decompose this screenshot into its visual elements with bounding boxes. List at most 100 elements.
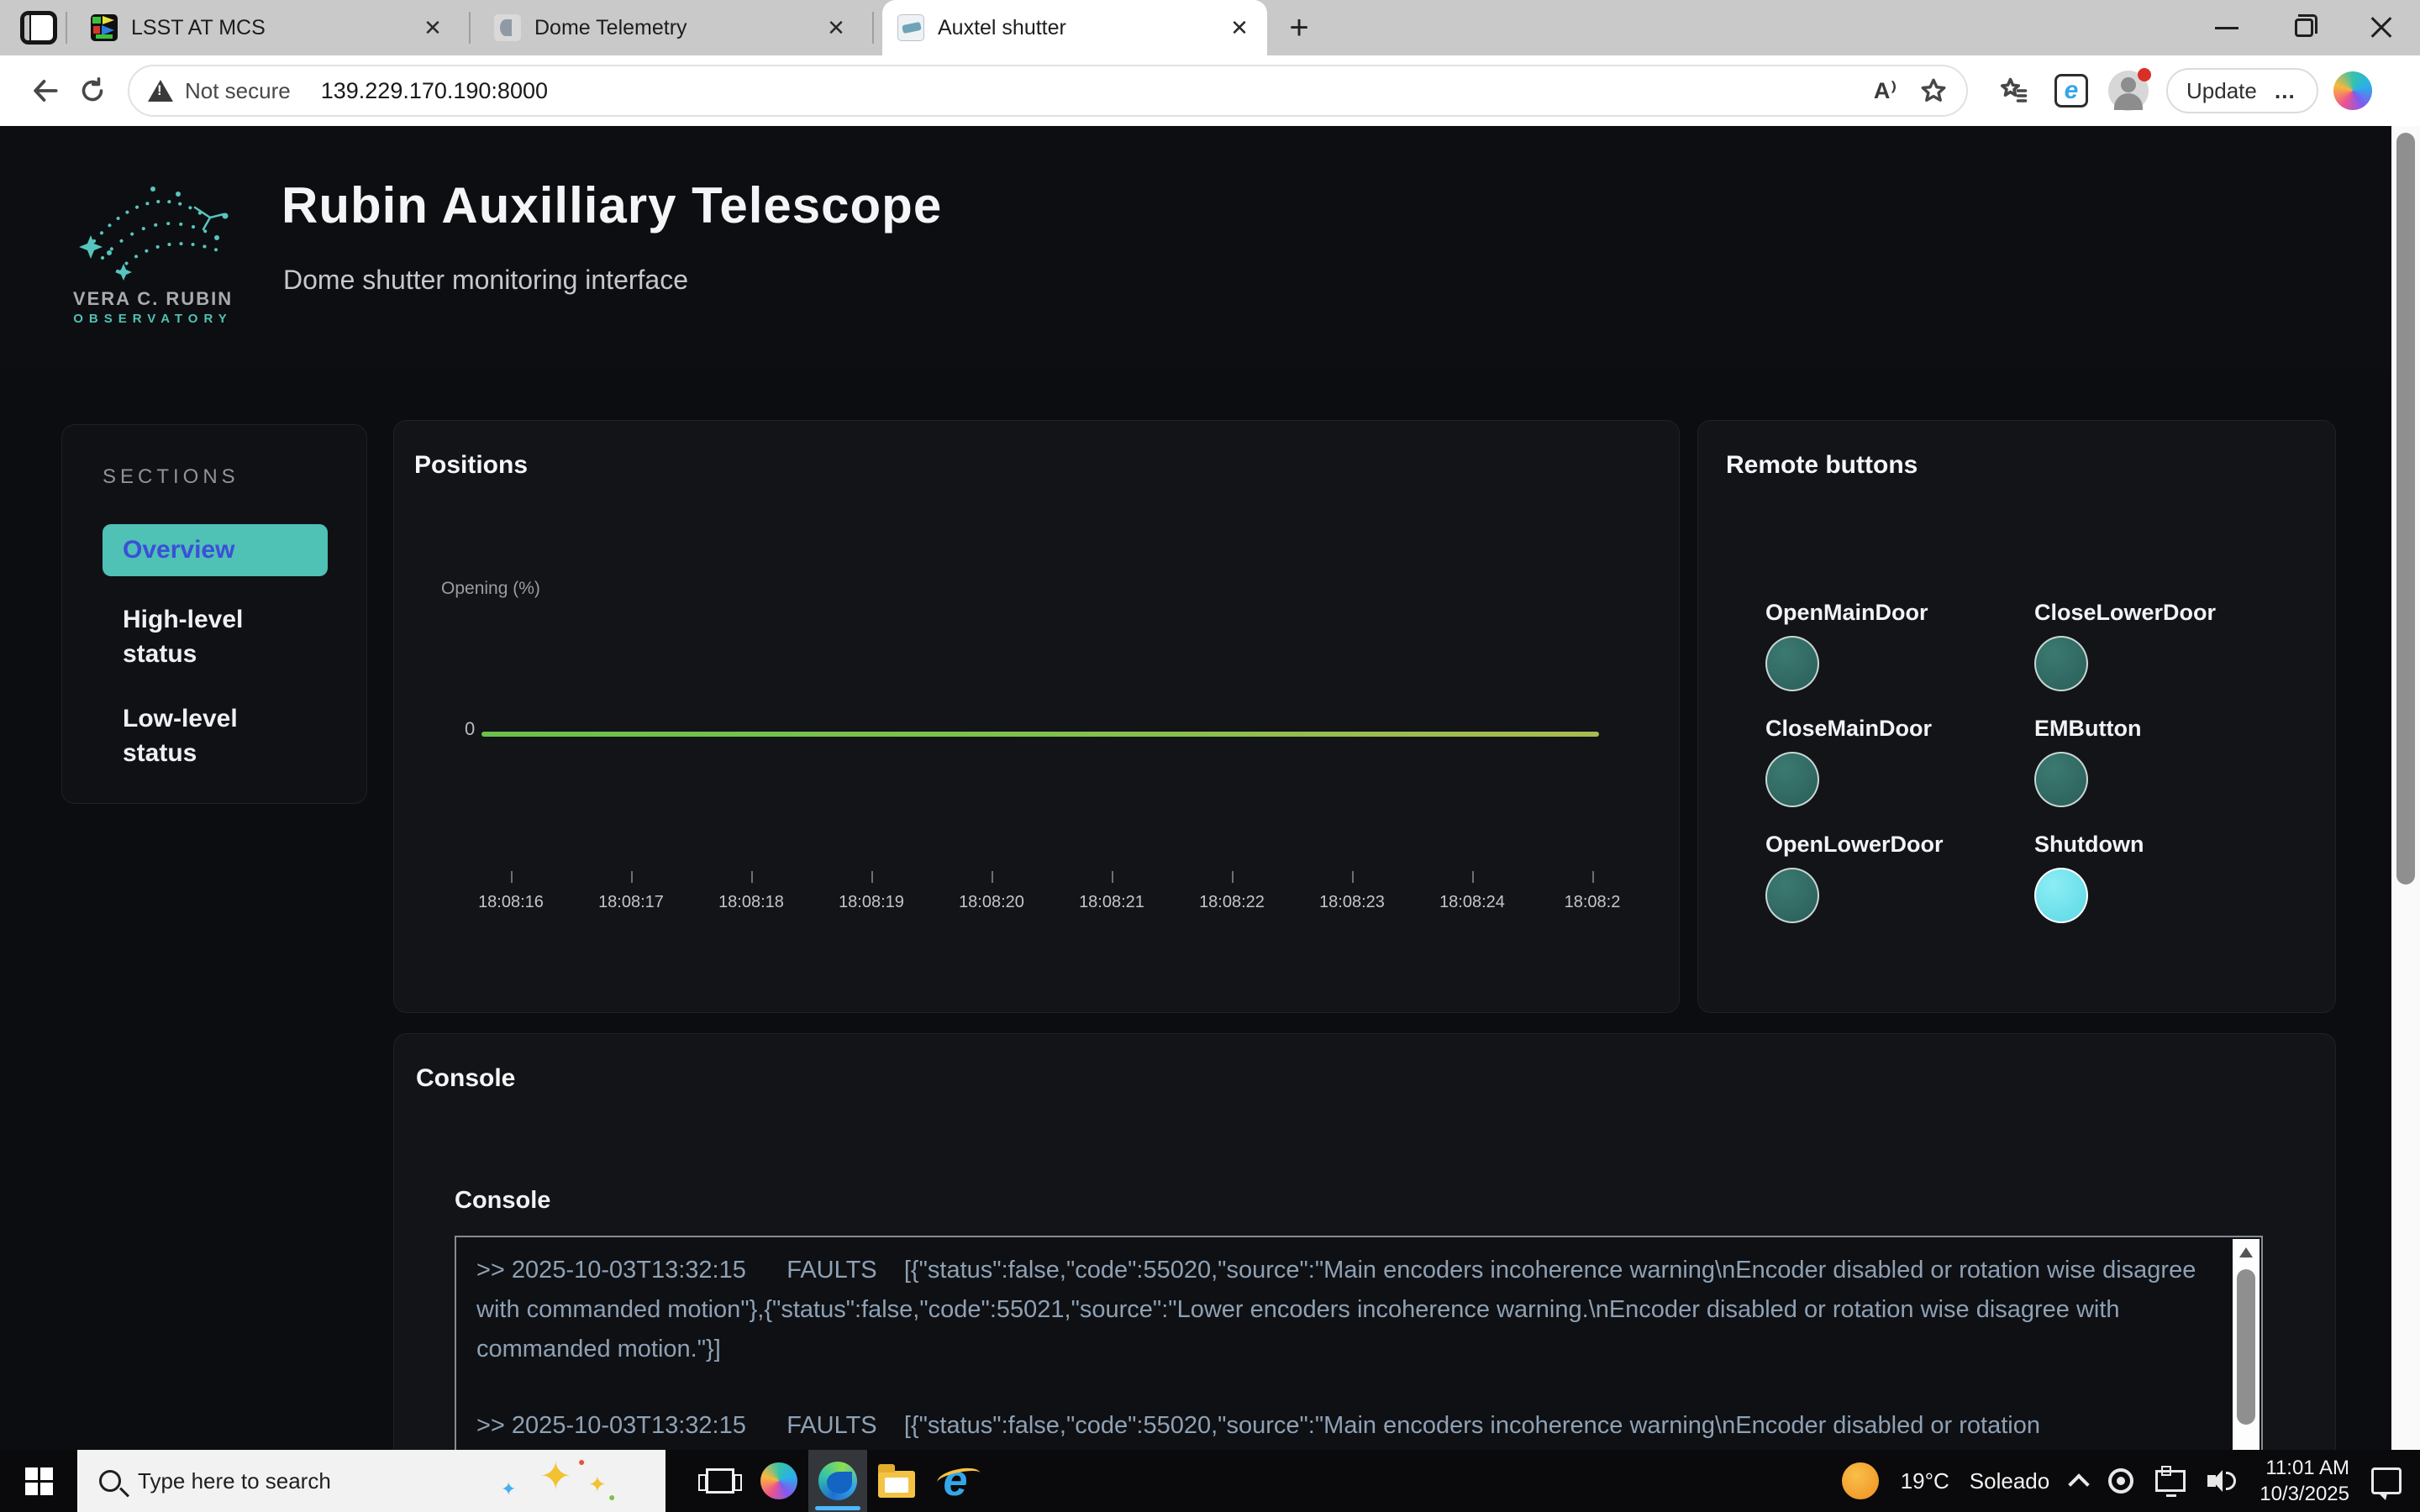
remote-button-label: OpenLowerDoor <box>1765 832 2018 858</box>
refresh-button[interactable] <box>69 67 116 114</box>
closelowerdoor-circle-button[interactable] <box>2034 636 2088 691</box>
chart-x-tick: 18:08:21 <box>1053 893 1171 912</box>
constellation-icon <box>69 164 237 286</box>
sidebar-item-low-level-status[interactable]: Low-level status <box>123 702 282 770</box>
tab-close-icon[interactable]: ✕ <box>1227 15 1252 40</box>
taskbar-tray: 19°C Soleado 11:01 AM 10/3/2025 <box>1842 1450 2420 1512</box>
remote-button-label: Shutdown <box>2034 832 2286 858</box>
favorite-star-button[interactable] <box>1919 76 1948 105</box>
file-explorer-button[interactable] <box>867 1450 926 1512</box>
console-log[interactable]: >> 2025-10-03T13:32:15 FAULTS [{"status"… <box>455 1236 2263 1450</box>
browser-toolbar: Not secure 139.229.170.190:8000 A⁾ e Upd… <box>0 55 2420 126</box>
close-icon <box>2370 16 2393 39</box>
console-scrollbar-thumb[interactable] <box>2237 1269 2255 1425</box>
task-view-button[interactable] <box>691 1450 750 1512</box>
notification-center-icon[interactable] <box>2371 1467 2402 1494</box>
remote-button-label: OpenMainDoor <box>1765 600 2018 626</box>
openlowerdoor-circle-button[interactable] <box>1765 868 1819 923</box>
remote-button-closelowerdoor: CloseLowerDoor <box>2034 600 2286 691</box>
internet-explorer-button[interactable]: e <box>926 1450 985 1512</box>
search-placeholder: Type here to search <box>138 1468 331 1494</box>
browser-tab-dome-telemetry[interactable]: Dome Telemetry✕ <box>479 0 864 55</box>
tab-title: Dome Telemetry <box>534 16 823 40</box>
weather-temp: 19°C <box>1901 1468 1949 1494</box>
sidebar-item-overview[interactable]: Overview <box>103 524 328 576</box>
tray-record-icon[interactable] <box>2108 1468 2133 1494</box>
page-scrollbar-thumb[interactable] <box>2396 133 2415 885</box>
back-icon <box>29 75 61 107</box>
sections-sidebar: SECTIONS OverviewHigh-level statusLow-le… <box>61 424 367 804</box>
console-log-entry: >> 2025-10-03T13:32:15 FAULTS [{"status"… <box>476 1251 2202 1369</box>
taskbar-search[interactable]: Type here to search ✦✦✦●● <box>77 1450 666 1512</box>
close-button[interactable] <box>2343 0 2420 55</box>
tray-expand-icon[interactable] <box>2068 1473 2089 1494</box>
chart-x-tick: 18:08:22 <box>1173 893 1291 912</box>
positions-card: Positions Opening (%) 0 18:08:1618:08:17… <box>393 420 1680 1013</box>
chart-x-tick: 18:08:2 <box>1534 893 1651 912</box>
page-content: VERA C. RUBIN OBSERVATORY Rubin Auxillia… <box>0 126 2420 1450</box>
tab-title: LSST AT MCS <box>131 16 420 40</box>
restore-button[interactable] <box>2265 0 2343 55</box>
back-button[interactable] <box>22 67 69 114</box>
tab-close-icon[interactable]: ✕ <box>420 15 445 40</box>
shutdown-circle-button[interactable] <box>2034 868 2088 923</box>
weather-condition: Soleado <box>1970 1468 2049 1494</box>
ie-mode-button[interactable]: e <box>2049 68 2094 113</box>
update-button[interactable]: Update … <box>2166 68 2318 113</box>
edge-icon <box>818 1462 857 1500</box>
not-secure-warning-icon <box>148 80 173 102</box>
chart-x-tick: 18:08:19 <box>813 893 930 912</box>
security-label[interactable]: Not secure <box>185 78 291 104</box>
console-section-title: Console <box>455 1187 550 1215</box>
remote-button-embutton: EMButton <box>2034 716 2286 807</box>
page-scrollbar[interactable] <box>2391 126 2420 1450</box>
positions-title: Positions <box>414 451 528 480</box>
embutton-circle-button[interactable] <box>2034 752 2088 807</box>
refresh-icon <box>77 76 108 106</box>
openmaindoor-circle-button[interactable] <box>1765 636 1819 691</box>
observatory-logo: VERA C. RUBIN OBSERVATORY <box>69 164 237 340</box>
tab-actions-icon[interactable] <box>20 11 57 45</box>
tab-close-icon[interactable]: ✕ <box>823 15 849 40</box>
auxtel-favicon-icon <box>897 14 924 41</box>
address-bar[interactable]: Not secure 139.229.170.190:8000 A⁾ <box>128 65 1968 117</box>
tab-separator <box>469 12 471 44</box>
chart-x-tick: 18:08:23 <box>1293 893 1411 912</box>
profile-button[interactable] <box>2106 68 2151 113</box>
volume-icon[interactable] <box>2207 1468 2238 1494</box>
browser-tab-auxtel-shutter[interactable]: Auxtel shutter✕ <box>882 0 1267 55</box>
minimize-button[interactable] <box>2188 0 2265 55</box>
chart-x-tick: 18:08:16 <box>452 893 570 912</box>
remote-button-openmaindoor: OpenMainDoor <box>1765 600 2018 691</box>
chart-x-tick: 18:08:24 <box>1413 893 1531 912</box>
console-scrollbar[interactable] <box>2233 1239 2260 1450</box>
chart-series-line <box>481 732 1599 737</box>
url-text[interactable]: 139.229.170.190:8000 <box>321 78 1852 104</box>
scroll-up-icon[interactable] <box>2239 1247 2253 1257</box>
favorites-list-icon <box>1999 76 2029 106</box>
minimize-icon <box>2215 27 2238 29</box>
windows-logo-icon <box>25 1467 53 1495</box>
start-button[interactable] <box>0 1450 77 1512</box>
search-icon <box>99 1470 121 1492</box>
read-aloud-button[interactable]: A⁾ <box>1874 78 1897 104</box>
browser-tab-lsst-at-mcs[interactable]: LSST AT MCS✕ <box>76 0 460 55</box>
restore-icon <box>2295 18 2313 37</box>
sidebar-item-high-level-status[interactable]: High-level status <box>123 603 282 671</box>
taskbar-clock[interactable]: 11:01 AM 10/3/2025 <box>2260 1455 2349 1507</box>
clock-time: 11:01 AM <box>2260 1455 2349 1481</box>
chart-x-tick: 18:08:17 <box>572 893 690 912</box>
search-highlights-icon[interactable]: ✦✦✦●● <box>501 1457 635 1505</box>
weather-widget[interactable]: 19°C Soleado <box>1901 1468 2050 1494</box>
more-menu-icon[interactable]: … <box>2274 78 2298 104</box>
remote-button-closemaindoor: CloseMainDoor <box>1765 716 2018 807</box>
favorites-bar-button[interactable] <box>1991 68 2037 113</box>
new-tab-button[interactable]: + <box>1276 4 1323 51</box>
edge-taskbar-button[interactable] <box>808 1450 867 1512</box>
closemaindoor-circle-button[interactable] <box>1765 752 1819 807</box>
page-subtitle: Dome shutter monitoring interface <box>283 265 688 296</box>
copilot-icon[interactable] <box>2333 71 2372 110</box>
network-icon[interactable] <box>2155 1470 2186 1492</box>
copilot-taskbar-button[interactable] <box>750 1450 808 1512</box>
weather-sun-icon[interactable] <box>1842 1462 1879 1499</box>
